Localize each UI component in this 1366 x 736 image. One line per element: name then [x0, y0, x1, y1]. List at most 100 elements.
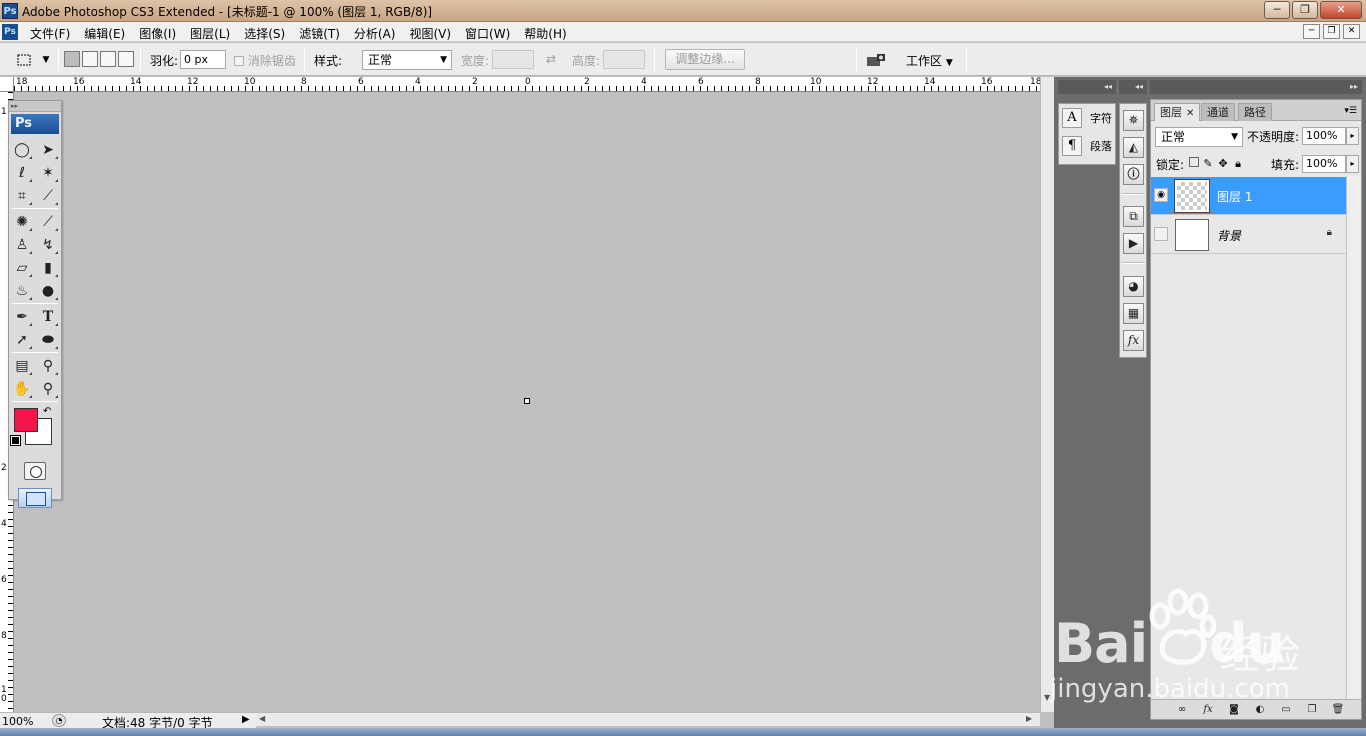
magic-wand-tool-icon[interactable]: ✶: [37, 163, 59, 183]
styles-fx-icon[interactable]: fx: [1123, 330, 1144, 351]
status-info-icon[interactable]: ◔: [52, 714, 66, 727]
zoom-tool-icon[interactable]: ⚲: [37, 379, 59, 399]
layer-row-layer-1[interactable]: ◉ 图层 1: [1151, 177, 1346, 215]
dock-collapse-bar[interactable]: ◂◂: [1119, 80, 1147, 94]
healing-brush-tool-icon[interactable]: ✺: [11, 212, 33, 232]
antialias-checkbox[interactable]: [234, 56, 244, 66]
ellipse-shape-tool-icon[interactable]: ⬬: [37, 330, 59, 350]
character-panel-button[interactable]: A 字符: [1059, 104, 1115, 132]
intersect-selection-icon[interactable]: [118, 51, 134, 67]
quick-mask-button[interactable]: [24, 462, 46, 480]
bridge-icon[interactable]: [864, 50, 888, 70]
style-select[interactable]: 正常 ▼: [362, 50, 452, 70]
horizontal-ruler[interactable]: 18 16 14 12 10 8 6 4 2 0 2 4 6 8 10 12 1…: [14, 77, 1040, 92]
close-tab-icon[interactable]: ✕: [1186, 108, 1194, 119]
history-brush-tool-icon[interactable]: ↯: [37, 235, 59, 255]
blur-tool-icon[interactable]: ♨: [11, 281, 33, 301]
menu-file[interactable]: 文件(F): [30, 25, 70, 42]
slice-tool-icon[interactable]: ⟋: [37, 186, 59, 206]
swatches-icon[interactable]: ▦: [1123, 303, 1144, 324]
scroll-left-arrow-icon[interactable]: ◀: [259, 714, 265, 723]
screen-mode-button[interactable]: [18, 488, 52, 508]
history-icon[interactable]: ⧉: [1123, 206, 1144, 227]
fill-input[interactable]: 100%: [1302, 155, 1346, 173]
brush-tool-icon[interactable]: ⟋: [37, 212, 59, 232]
lock-all-icon[interactable]: 🔒︎: [1232, 158, 1244, 170]
swap-colors-icon[interactable]: ↶: [43, 406, 51, 417]
menu-analysis[interactable]: 分析(A): [354, 25, 396, 42]
subtract-from-selection-icon[interactable]: [100, 51, 116, 67]
eraser-tool-icon[interactable]: ▱: [11, 258, 33, 278]
eyedropper-tool-icon[interactable]: ⚲: [37, 356, 59, 376]
height-input[interactable]: [603, 50, 645, 69]
doc-restore-button[interactable]: ❐: [1323, 24, 1340, 39]
status-menu-arrow-icon[interactable]: ▶: [242, 714, 250, 725]
workspace-menu[interactable]: 工作区 ▼: [906, 52, 953, 69]
info-icon[interactable]: ⓘ: [1123, 164, 1144, 185]
blend-mode-select[interactable]: 正常 ▼: [1155, 127, 1243, 147]
opacity-slider-arrow-icon[interactable]: ▸: [1346, 127, 1359, 145]
zoom-level-field[interactable]: 100%: [2, 715, 42, 728]
move-tool-icon[interactable]: ➤: [37, 140, 59, 160]
eye-visibility-icon[interactable]: ◉: [1154, 188, 1168, 202]
menu-view[interactable]: 视图(V): [409, 25, 451, 42]
menu-select[interactable]: 选择(S): [244, 25, 285, 42]
menu-window[interactable]: 窗口(W): [465, 25, 510, 42]
toolbox-grip[interactable]: ▸▸: [9, 101, 61, 112]
delete-layer-icon[interactable]: 🗑︎: [1329, 703, 1347, 717]
document-icon[interactable]: Ps: [2, 24, 18, 40]
histogram-icon[interactable]: ◭: [1123, 137, 1144, 158]
default-colors-icon[interactable]: [10, 435, 21, 446]
scroll-right-arrow-icon[interactable]: ▶: [1026, 714, 1032, 723]
lock-position-icon[interactable]: ✥: [1217, 158, 1229, 170]
eye-visibility-toggle[interactable]: [1154, 227, 1168, 241]
opacity-input[interactable]: 100%: [1302, 127, 1346, 145]
link-layers-icon[interactable]: ∞: [1173, 703, 1191, 717]
marquee-icon[interactable]: [14, 50, 34, 70]
menu-filter[interactable]: 滤镜(T): [299, 25, 340, 42]
notes-tool-icon[interactable]: ▤: [11, 356, 33, 376]
width-input[interactable]: [492, 50, 534, 69]
hand-tool-icon[interactable]: ✋: [11, 379, 33, 399]
navigator-icon[interactable]: ✵: [1123, 110, 1144, 131]
doc-minimize-button[interactable]: ─: [1303, 24, 1320, 39]
refine-edge-button[interactable]: 调整边缘...: [665, 49, 745, 70]
pen-tool-icon[interactable]: ✒: [11, 307, 33, 327]
minimize-button[interactable]: ─: [1264, 1, 1290, 19]
doc-close-button[interactable]: ✕: [1343, 24, 1360, 39]
tab-channels[interactable]: 通道: [1201, 103, 1235, 121]
dodge-tool-icon[interactable]: ●: [37, 281, 59, 301]
close-button[interactable]: ✕: [1320, 1, 1362, 19]
elliptical-marquee-tool-icon[interactable]: ◯: [11, 140, 33, 160]
gradient-tool-icon[interactable]: ▮: [37, 258, 59, 278]
ruler-origin[interactable]: [0, 77, 14, 92]
lasso-tool-icon[interactable]: ℓ: [11, 163, 33, 183]
paragraph-panel-button[interactable]: ¶ 段落: [1059, 132, 1115, 160]
foreground-color-swatch[interactable]: [14, 408, 38, 432]
new-layer-icon[interactable]: ❐: [1303, 703, 1321, 717]
clone-stamp-tool-icon[interactable]: ♙: [11, 235, 33, 255]
layers-scrollbar[interactable]: [1346, 176, 1361, 701]
toolbox-logo[interactable]: Ps: [11, 114, 59, 134]
horizontal-scrollbar[interactable]: ◀ ▶: [256, 712, 1040, 726]
document-canvas[interactable]: [14, 92, 1040, 712]
add-to-selection-icon[interactable]: [82, 51, 98, 67]
add-mask-icon[interactable]: ◙: [1225, 703, 1243, 717]
menu-help[interactable]: 帮助(H): [524, 25, 566, 42]
adjustment-layer-icon[interactable]: ◐: [1251, 703, 1269, 717]
menu-edit[interactable]: 编辑(E): [84, 25, 125, 42]
path-selection-tool-icon[interactable]: ➚: [11, 330, 33, 350]
antialias-checkbox-row[interactable]: 消除锯齿: [234, 52, 296, 69]
vertical-scrollbar[interactable]: ▼: [1040, 77, 1054, 712]
crop-tool-icon[interactable]: ⌗: [11, 186, 33, 206]
feather-input[interactable]: 0 px: [180, 50, 226, 69]
dock-collapse-bar[interactable]: ◂◂: [1058, 80, 1116, 94]
tab-paths[interactable]: 路径: [1238, 103, 1272, 121]
tool-preset-chevron-icon[interactable]: ▼: [36, 50, 56, 70]
panel-menu-icon[interactable]: ▾☰: [1344, 106, 1357, 116]
new-selection-icon[interactable]: [64, 51, 80, 67]
menu-layer[interactable]: 图层(L): [190, 25, 230, 42]
tab-layers[interactable]: 图层 ✕: [1154, 103, 1201, 121]
layer-row-background[interactable]: 背景 🔒︎: [1151, 216, 1346, 254]
actions-icon[interactable]: ▶: [1123, 233, 1144, 254]
